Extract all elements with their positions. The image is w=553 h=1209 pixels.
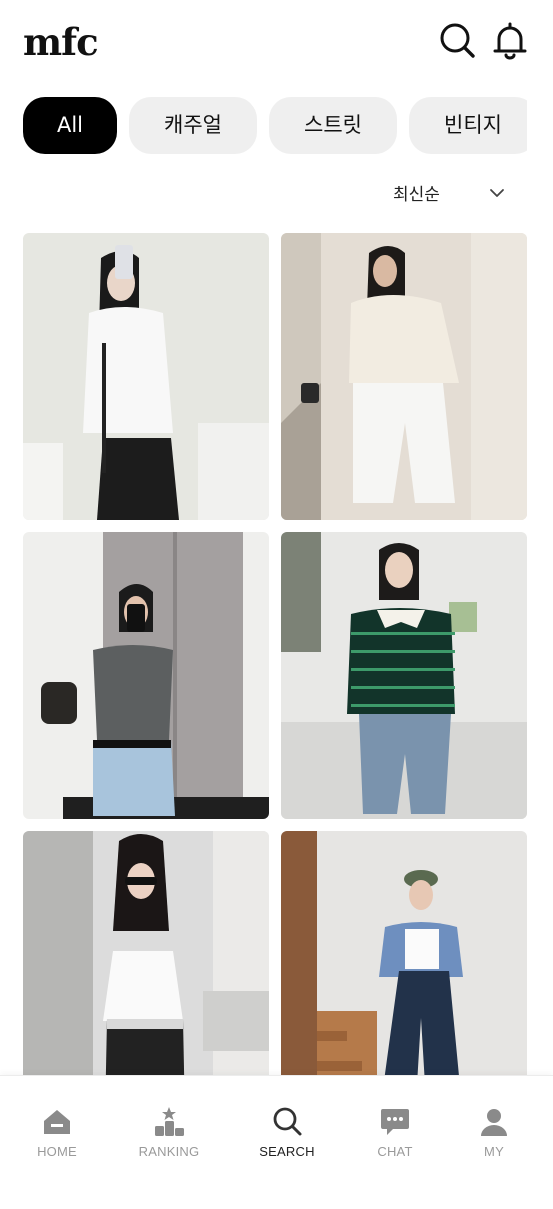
search-icon <box>271 1106 303 1138</box>
outfit-feed-grid <box>23 233 527 1075</box>
user-icon <box>478 1106 510 1138</box>
search-icon[interactable] <box>438 20 476 60</box>
sort-label: 최신순 <box>393 185 440 205</box>
filter-chip-vintage[interactable]: 빈티지 <box>409 97 527 154</box>
tab-my[interactable]: MY <box>449 1106 539 1166</box>
tab-label: HOME <box>37 1144 77 1159</box>
tab-ranking[interactable]: RANKING <box>124 1106 214 1166</box>
tab-search[interactable]: SEARCH <box>242 1106 332 1166</box>
outfit-card[interactable] <box>23 532 269 819</box>
outfit-card[interactable] <box>281 532 527 819</box>
app-logo[interactable]: mfc <box>23 18 99 66</box>
category-filter-bar: All 캐주얼 스트릿 빈티지 <box>23 97 527 154</box>
home-icon <box>41 1106 73 1138</box>
tab-home[interactable]: HOME <box>12 1106 102 1166</box>
tab-label: MY <box>484 1144 504 1159</box>
tab-chat[interactable]: CHAT <box>350 1106 440 1166</box>
ranking-icon <box>153 1106 185 1138</box>
outfit-card[interactable] <box>23 233 269 520</box>
chevron-down-icon <box>489 186 505 198</box>
chat-icon <box>379 1106 411 1138</box>
outfit-card[interactable] <box>281 831 527 1075</box>
filter-chip-street[interactable]: 스트릿 <box>269 97 397 154</box>
app-header: mfc <box>0 0 553 84</box>
tab-label: CHAT <box>377 1144 413 1159</box>
sort-dropdown[interactable]: 최신순 <box>393 178 513 208</box>
filter-chip-casual[interactable]: 캐주얼 <box>129 97 257 154</box>
bell-icon[interactable] <box>491 20 529 60</box>
filter-chip-all[interactable]: All <box>23 97 117 154</box>
outfit-card[interactable] <box>281 233 527 520</box>
bottom-tab-bar: HOME RANKING SEARCH CHAT MY <box>0 1075 553 1209</box>
tab-label: SEARCH <box>259 1144 315 1159</box>
outfit-card[interactable] <box>23 831 269 1075</box>
tab-label: RANKING <box>138 1144 200 1159</box>
